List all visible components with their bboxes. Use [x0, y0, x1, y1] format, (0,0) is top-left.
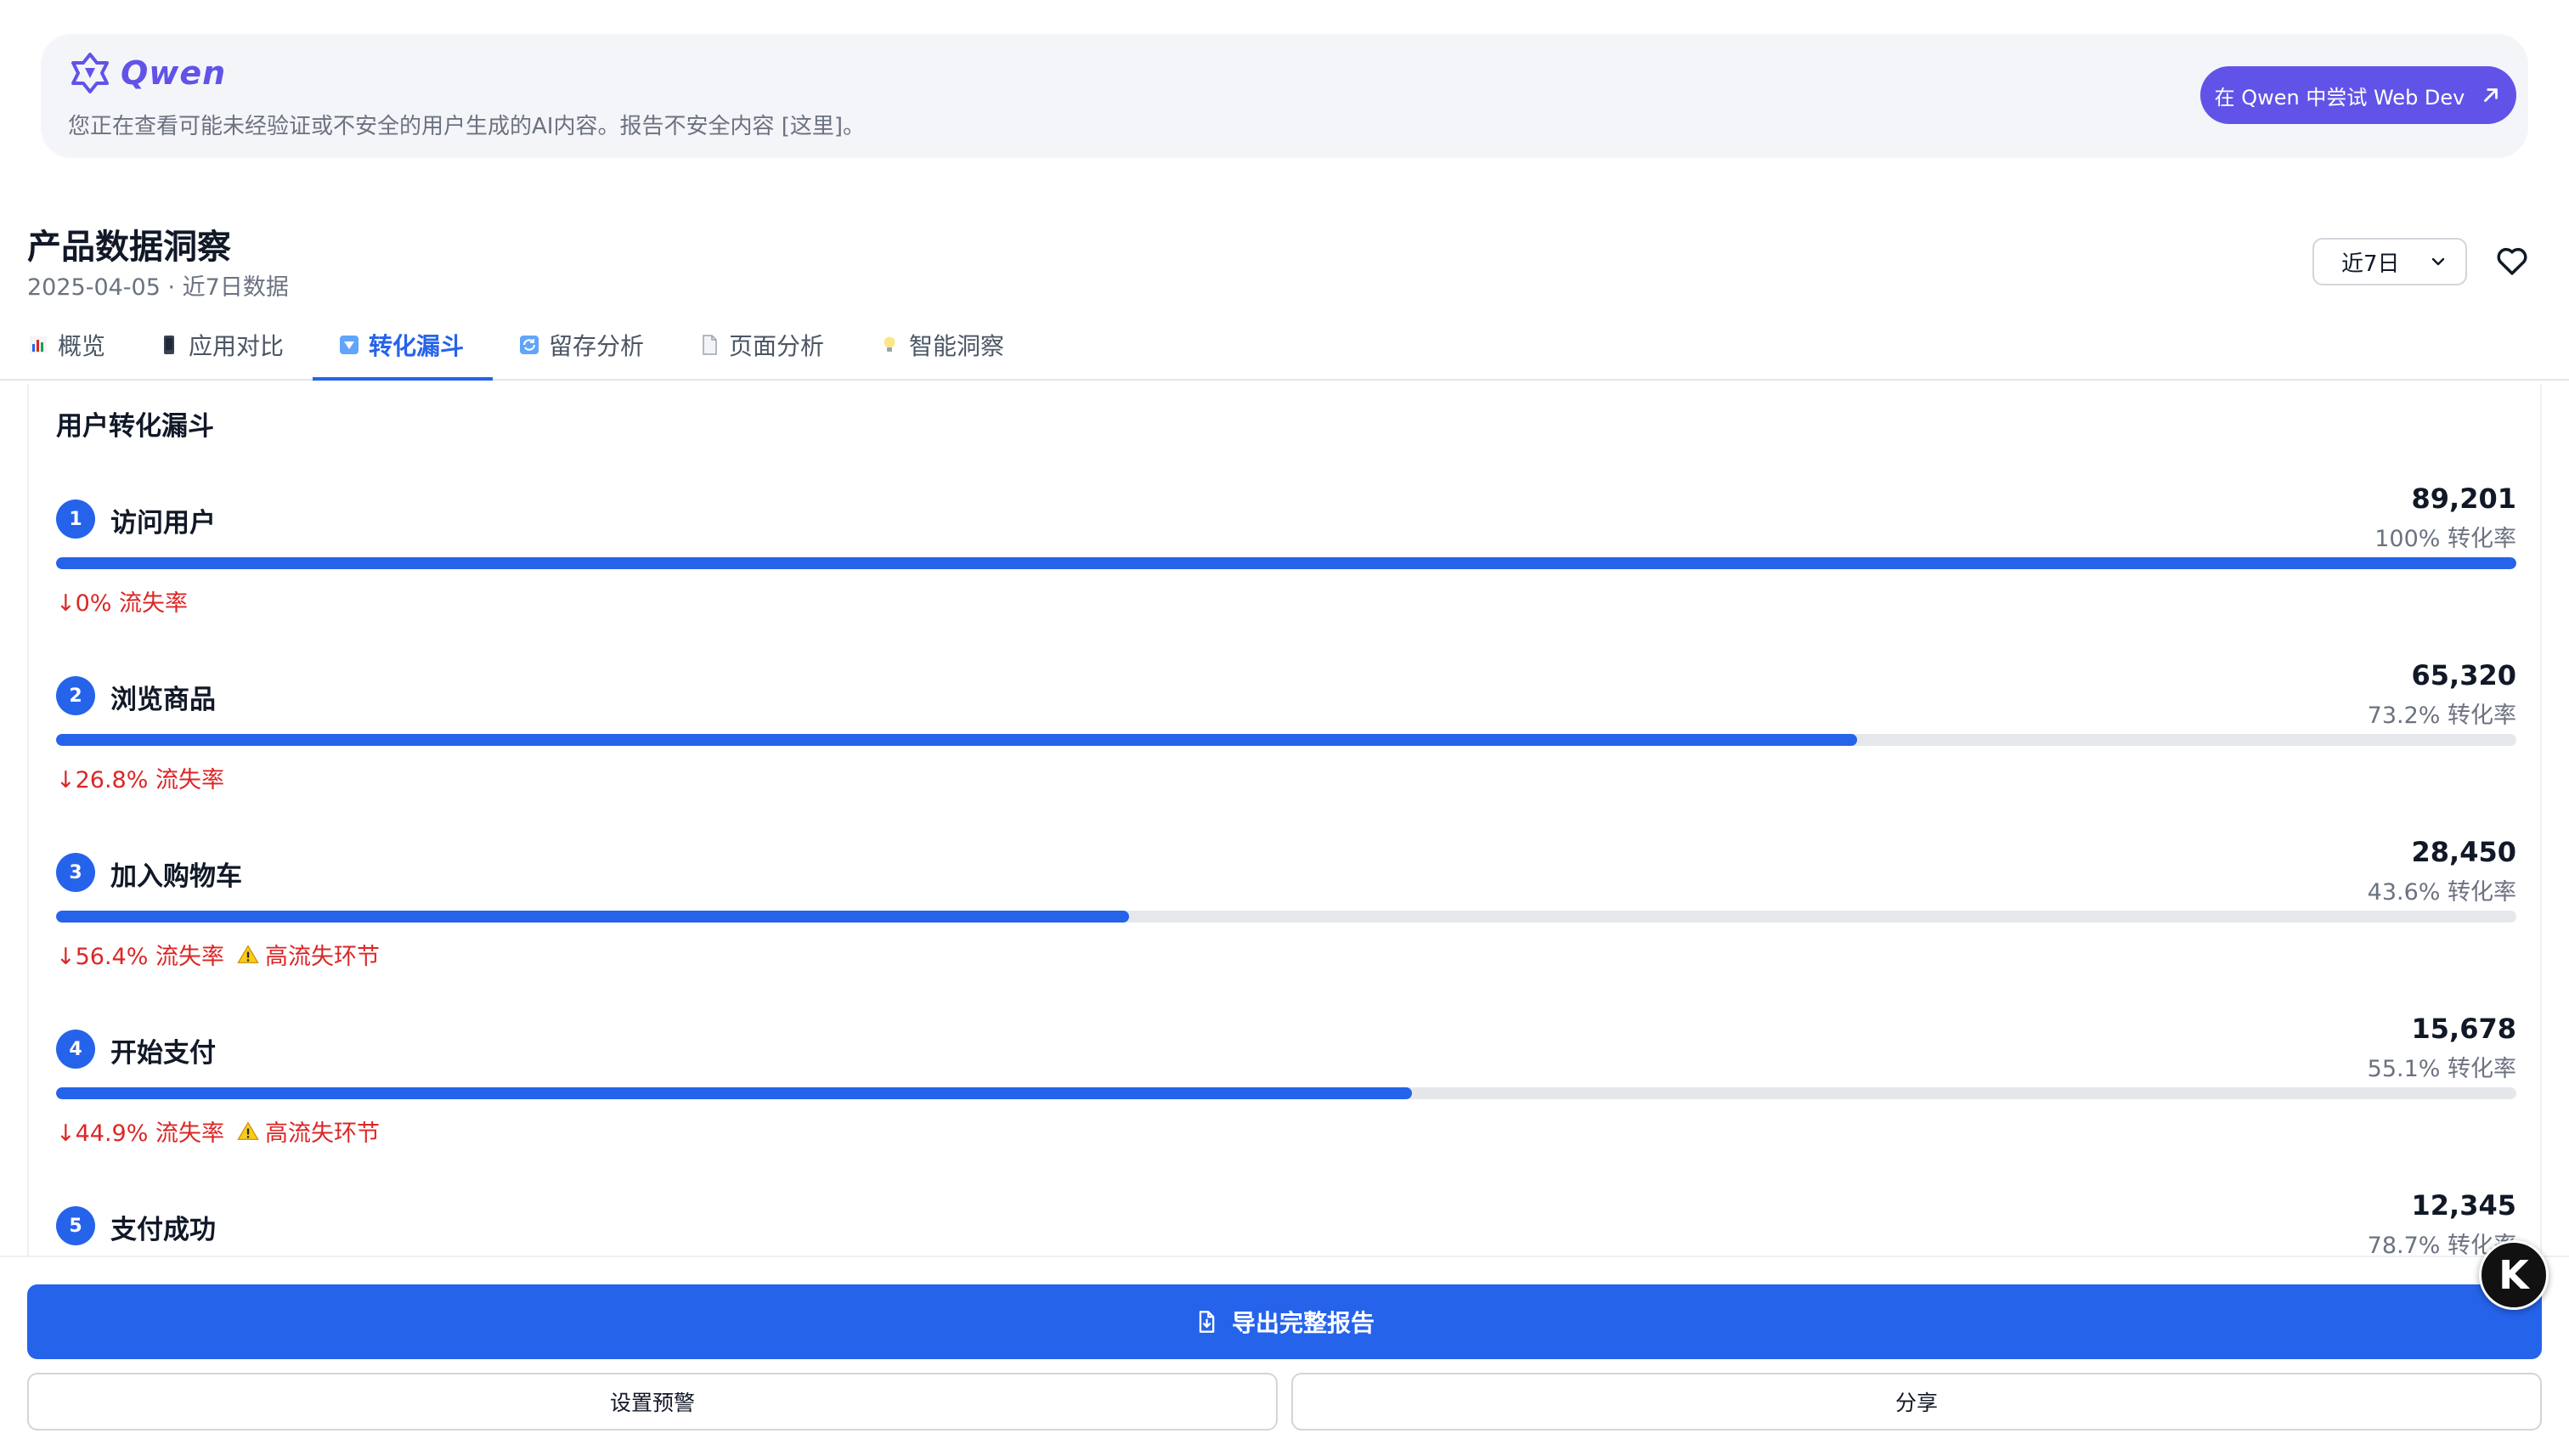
tab-page-analysis[interactable]: 页面分析	[698, 309, 824, 381]
date-range-select[interactable]: 近7日	[2312, 238, 2467, 285]
step-number-badge: 4	[56, 1030, 95, 1069]
qwen-logo-icon	[71, 53, 109, 93]
step-conversion-rate: 100% 转化率	[2374, 526, 2516, 552]
step-number-badge: 1	[56, 499, 95, 539]
down-arrow-box-icon	[340, 336, 359, 354]
step-conversion-rate: 73.2% 转化率	[2367, 703, 2516, 729]
step-number-badge: 2	[56, 676, 95, 715]
banner-message[interactable]: 您正在查看可能未经验证或不安全的用户生成的AI内容。报告不安全内容 [这里]。	[68, 109, 865, 140]
try-web-dev-button[interactable]: 在 Qwen 中尝试 Web Dev	[2200, 66, 2516, 124]
tab-app-compare[interactable]: 应用对比	[158, 309, 284, 381]
warning-text: 高流失环节	[264, 1120, 380, 1147]
tab-label: 应用对比	[189, 332, 285, 360]
file-download-icon	[1199, 1311, 1215, 1333]
step-count: 89,201	[2411, 483, 2516, 515]
step-progress-fill	[56, 734, 1857, 746]
document-icon	[703, 335, 717, 355]
step-count: 15,678	[2411, 1013, 2516, 1045]
try-web-dev-label: 在 Qwen 中尝试 Web Dev	[2214, 85, 2465, 110]
export-label: 导出完整报告	[1231, 1309, 1375, 1337]
step-progress-fill	[56, 1087, 1412, 1099]
warning-icon	[237, 944, 259, 963]
tab-label: 留存分析	[549, 332, 645, 360]
step-name: 浏览商品	[110, 685, 216, 715]
heart-icon[interactable]	[2494, 243, 2530, 279]
active-tab-indicator	[313, 377, 493, 381]
page-subtitle: 2025-04-05 · 近7日数据	[27, 274, 289, 301]
step-name: 访问用户	[110, 508, 216, 539]
funnel-step: 5 支付成功 12,345 78.7% 转化率	[56, 1172, 2516, 1256]
funnel-step: 4 开始支付 15,678 55.1% 转化率 ↓44.9% 流失率 高流失环节	[56, 996, 2516, 1172]
tab-label: 智能洞察	[909, 332, 1005, 360]
tab-overview[interactable]: 概览	[27, 309, 105, 381]
drop-rate-text: ↓0% 流失率	[56, 590, 189, 617]
refresh-icon	[520, 336, 539, 354]
step-progress-track	[56, 1087, 2516, 1099]
step-drop-rate: ↓0% 流失率	[56, 584, 188, 618]
step-drop-rate: ↓44.9% 流失率 高流失环节	[56, 1115, 380, 1148]
set-alert-button[interactable]: 设置预警	[27, 1373, 1278, 1431]
floating-k-button[interactable]: K	[2479, 1240, 2549, 1310]
warning-text: 高流失环节	[264, 944, 380, 970]
step-conversion-rate: 43.6% 转化率	[2367, 879, 2516, 906]
funnel-step: 3 加入购物车 28,450 43.6% 转化率 ↓56.4% 流失率 高流失环…	[56, 819, 2516, 996]
step-count: 28,450	[2411, 836, 2516, 868]
tab-retention[interactable]: 留存分析	[518, 309, 644, 381]
step-progress-fill	[56, 557, 2516, 569]
tab-bar: 概览 应用对比 转化漏斗 留存分析 页面分析 智能洞察	[0, 309, 2569, 381]
tab-funnel[interactable]: 转化漏斗	[338, 309, 464, 381]
drop-rate-text: ↓44.9% 流失率	[56, 1120, 224, 1147]
phone-icon	[164, 336, 174, 354]
tab-label: 页面分析	[729, 332, 825, 360]
drop-rate-text: ↓56.4% 流失率	[56, 944, 224, 970]
step-name: 开始支付	[110, 1038, 216, 1069]
funnel-step: 2 浏览商品 65,320 73.2% 转化率 ↓26.8% 流失率	[56, 642, 2516, 819]
high-drop-warning: 高流失环节	[236, 938, 380, 971]
lightbulb-icon	[884, 336, 895, 352]
bar-chart-icon	[30, 336, 47, 353]
tab-label: 概览	[58, 332, 106, 360]
warning-icon	[237, 1120, 259, 1140]
step-drop-rate: ↓56.4% 流失率 高流失环节	[56, 938, 380, 971]
date-range-value: 近7日	[2341, 251, 2400, 277]
step-name: 加入购物车	[110, 861, 242, 892]
bottom-action-bar: 导出完整报告 设置预警 分享	[0, 1256, 2569, 1456]
step-name: 支付成功	[110, 1215, 216, 1245]
step-progress-track	[56, 734, 2516, 746]
step-conversion-rate: 55.1% 转化率	[2367, 1056, 2516, 1082]
step-progress-track	[56, 911, 2516, 923]
notice-banner: Qwen 您正在查看可能未经验证或不安全的用户生成的AI内容。报告不安全内容 […	[41, 34, 2528, 158]
step-progress-track	[56, 557, 2516, 569]
tab-smart-insight[interactable]: 智能洞察	[878, 309, 1004, 381]
brand-name: Qwen	[121, 54, 227, 92]
step-count: 12,345	[2411, 1189, 2516, 1222]
drop-rate-text: ↓26.8% 流失率	[56, 767, 224, 793]
step-count: 65,320	[2411, 659, 2516, 691]
share-button[interactable]: 分享	[1291, 1373, 2542, 1431]
step-progress-fill	[56, 911, 1129, 923]
page-title: 产品数据洞察	[27, 228, 231, 267]
high-drop-warning: 高流失环节	[236, 1115, 380, 1148]
funnel-step: 1 访问用户 89,201 100% 转化率 ↓0% 流失率	[56, 466, 2516, 642]
step-drop-rate: ↓26.8% 流失率	[56, 761, 224, 794]
step-number-badge: 3	[56, 853, 95, 892]
chevron-down-icon	[2431, 257, 2445, 266]
funnel-card: 用户转化漏斗 1 访问用户 89,201 100% 转化率 ↓0% 流失率 2 …	[27, 384, 2542, 1256]
qwen-brand: Qwen	[68, 51, 226, 95]
step-number-badge: 5	[56, 1206, 95, 1245]
tab-label: 转化漏斗	[369, 332, 465, 360]
funnel-title: 用户转化漏斗	[56, 411, 214, 442]
export-report-button[interactable]: 导出完整报告	[27, 1284, 2542, 1359]
arrow-up-right-icon	[2484, 88, 2498, 102]
